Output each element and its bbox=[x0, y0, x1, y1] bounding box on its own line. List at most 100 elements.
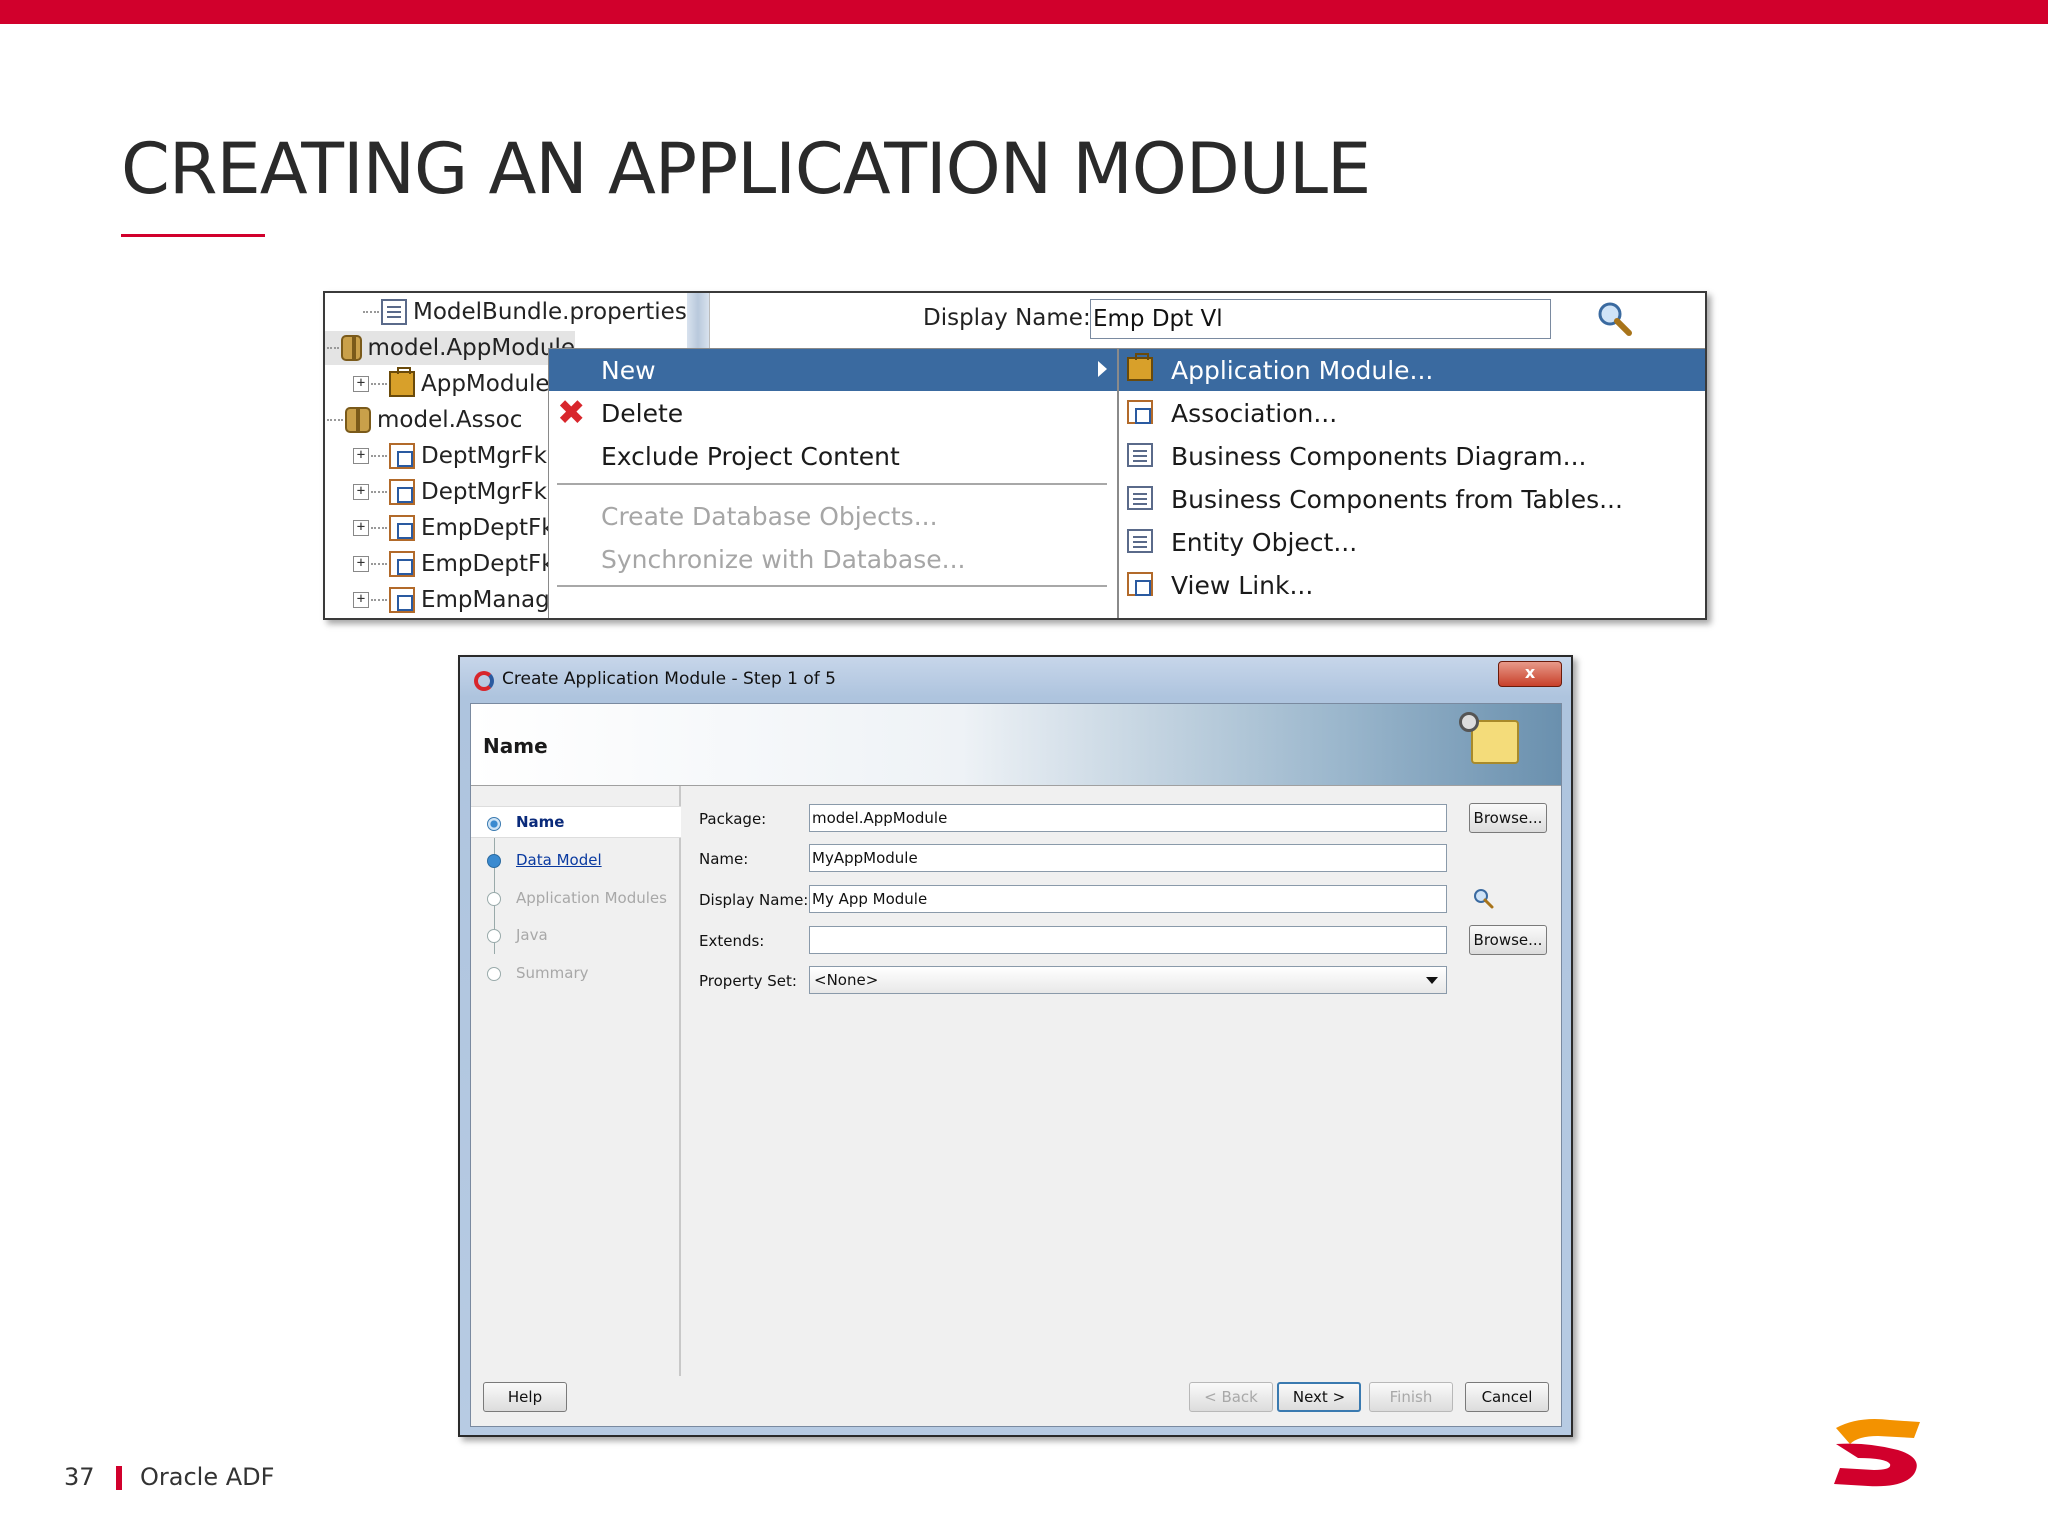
tree-item-label: DeptMgrFk bbox=[421, 443, 547, 469]
jdeveloper-logo-icon bbox=[474, 671, 494, 691]
menu-item-label: Synchronize with Database... bbox=[601, 544, 966, 574]
submenu-item-application-module[interactable]: Application Module... bbox=[1119, 349, 1705, 391]
package-icon bbox=[345, 407, 371, 433]
step-indicator-icon bbox=[487, 817, 501, 831]
search-icon[interactable] bbox=[1473, 888, 1495, 910]
property-set-value: <None> bbox=[814, 971, 879, 989]
new-submenu: Application Module... Association... Bus… bbox=[1118, 348, 1705, 618]
search-icon[interactable] bbox=[1595, 299, 1635, 339]
display-name-label: Display Name: bbox=[923, 305, 1091, 331]
menu-item-delete[interactable]: ✖ Delete bbox=[549, 392, 1117, 434]
tree-item[interactable]: ModelBundle.properties bbox=[361, 295, 687, 329]
menu-item-exclude-project-content[interactable]: Exclude Project Content bbox=[549, 435, 1117, 477]
step-label: Data Model bbox=[516, 851, 602, 869]
menu-item-label: Entity Object... bbox=[1171, 527, 1358, 557]
menu-item-label: Exclude Project Content bbox=[601, 441, 900, 471]
tree-item-label: ModelBundle.properties bbox=[413, 299, 687, 325]
package-label: Package: bbox=[699, 810, 767, 828]
tree-item[interactable]: + EmpManag bbox=[353, 583, 550, 617]
tree-connector bbox=[371, 455, 387, 457]
menu-item-label: View Link... bbox=[1171, 570, 1314, 600]
tree-item[interactable]: model.AppModule bbox=[325, 331, 575, 365]
step-indicator-icon bbox=[487, 929, 501, 943]
property-set-select[interactable]: <None> bbox=[809, 966, 1447, 994]
display-name-input[interactable]: My App Module bbox=[809, 885, 1447, 913]
package-input[interactable]: model.AppModule bbox=[809, 804, 1447, 832]
finish-button[interactable]: Finish bbox=[1369, 1382, 1453, 1412]
step-java[interactable]: Java bbox=[471, 919, 681, 951]
next-button[interactable]: Next > bbox=[1277, 1382, 1361, 1412]
menu-item-label: Delete bbox=[601, 398, 684, 428]
page-number: 37 bbox=[64, 1463, 95, 1491]
submenu-arrow-icon bbox=[1098, 361, 1107, 377]
step-indicator-icon bbox=[487, 892, 501, 906]
step-label: Name bbox=[516, 813, 565, 831]
view-object-icon bbox=[389, 551, 415, 577]
tree-item[interactable]: + EmpDeptFk bbox=[353, 511, 555, 545]
expand-icon[interactable]: + bbox=[353, 376, 369, 392]
submenu-item-association[interactable]: Association... bbox=[1119, 392, 1705, 434]
step-label: Java bbox=[516, 926, 548, 944]
company-logo bbox=[1834, 1419, 1920, 1487]
tree-connector bbox=[371, 491, 387, 493]
tree-connector bbox=[327, 419, 343, 421]
menu-item-synchronize-with-database[interactable]: Synchronize with Database... bbox=[549, 538, 1117, 580]
name-input[interactable]: MyAppModule bbox=[809, 844, 1447, 872]
step-name[interactable]: Name bbox=[471, 806, 681, 838]
expand-icon[interactable]: + bbox=[353, 592, 369, 608]
step-summary[interactable]: Summary bbox=[471, 957, 681, 989]
submenu-item-business-components-diagram[interactable]: Business Components Diagram... bbox=[1119, 435, 1705, 477]
expand-icon[interactable]: + bbox=[353, 556, 369, 572]
title-underline bbox=[121, 234, 265, 237]
submenu-item-view-link[interactable]: View Link... bbox=[1119, 564, 1705, 606]
expand-icon[interactable]: + bbox=[353, 484, 369, 500]
step-label: Application Modules bbox=[516, 889, 667, 907]
step-indicator-icon bbox=[487, 967, 501, 981]
menu-item-create-database-objects[interactable]: Create Database Objects... bbox=[549, 495, 1117, 537]
tree-item-label: model.Assoc bbox=[377, 407, 523, 433]
menu-item-label: Association... bbox=[1171, 398, 1338, 428]
step-data-model[interactable]: Data Model bbox=[471, 844, 681, 876]
submenu-item-business-components-from-tables[interactable]: Business Components from Tables... bbox=[1119, 478, 1705, 520]
extends-label: Extends: bbox=[699, 932, 765, 950]
display-name-input[interactable] bbox=[1090, 299, 1551, 339]
tree-item[interactable]: + EmpDeptFk bbox=[353, 547, 555, 581]
footer-text: Oracle ADF bbox=[140, 1463, 275, 1491]
expand-icon[interactable]: + bbox=[353, 448, 369, 464]
back-button[interactable]: < Back bbox=[1189, 1382, 1273, 1412]
help-button[interactable]: Help bbox=[483, 1382, 567, 1412]
submenu-item-entity-object[interactable]: Entity Object... bbox=[1119, 521, 1705, 563]
dialog-title: Create Application Module - Step 1 of 5 bbox=[502, 669, 836, 689]
view-object-icon bbox=[389, 515, 415, 541]
step-application-modules[interactable]: Application Modules bbox=[471, 882, 681, 914]
expand-icon[interactable]: + bbox=[353, 520, 369, 536]
browse-package-button[interactable]: Browse... bbox=[1469, 803, 1547, 833]
tree-item[interactable]: + DeptMgrFk bbox=[353, 439, 547, 473]
step-indicator-icon bbox=[487, 854, 501, 868]
application-module-icon bbox=[389, 367, 415, 397]
cancel-button[interactable]: Cancel bbox=[1465, 1382, 1549, 1412]
extends-input[interactable] bbox=[809, 926, 1447, 954]
view-object-icon bbox=[389, 443, 415, 469]
view-object-icon bbox=[389, 479, 415, 505]
tree-item[interactable]: + AppModule bbox=[353, 367, 550, 401]
view-link-icon bbox=[1127, 572, 1153, 596]
application-module-wizard-icon bbox=[1459, 712, 1519, 764]
menu-item-label: Business Components from Tables... bbox=[1171, 484, 1623, 514]
tree-connector bbox=[363, 311, 379, 313]
tree-item-label: EmpManag bbox=[421, 587, 550, 613]
dialog-body: Name Name Data Model Application Modules… bbox=[470, 703, 1562, 1427]
delete-x-icon: ✖ bbox=[557, 393, 586, 433]
browse-extends-button[interactable]: Browse... bbox=[1469, 925, 1547, 955]
menu-item-new[interactable]: New bbox=[549, 349, 1117, 391]
name-label: Name: bbox=[699, 850, 749, 868]
tree-item[interactable]: model.Assoc bbox=[325, 403, 522, 437]
jdeveloper-context-menu-screenshot: ModelBundle.properties model.AppModule +… bbox=[323, 291, 1707, 620]
tree-item-label: EmpDeptFk bbox=[421, 515, 555, 541]
tree-item[interactable]: + DeptMgrFk bbox=[353, 475, 547, 509]
menu-separator bbox=[557, 585, 1107, 587]
display-name-label: Display Name: bbox=[699, 891, 809, 909]
tree-connector bbox=[371, 527, 387, 529]
menu-item-label: Application Module... bbox=[1171, 355, 1434, 385]
close-button[interactable]: x bbox=[1498, 661, 1562, 687]
